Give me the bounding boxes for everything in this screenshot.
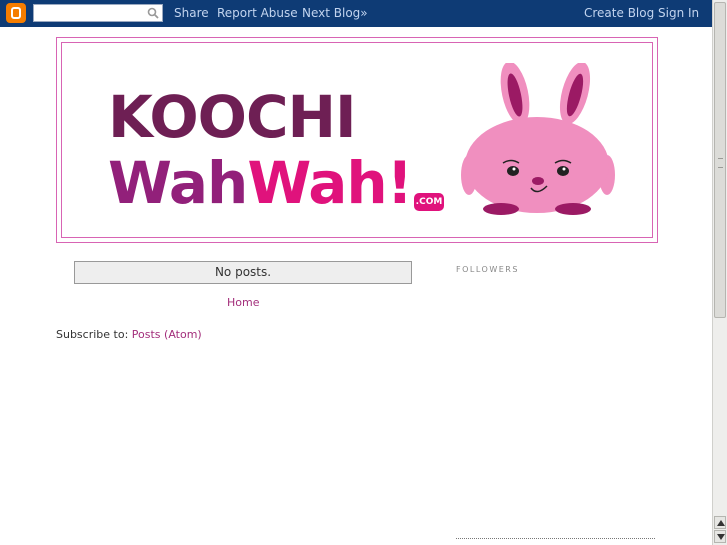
followers-heading: FOLLOWERS <box>456 265 519 274</box>
logo-text-line1: KOOCHI <box>108 83 357 151</box>
scroll-up-button[interactable] <box>714 516 726 529</box>
blogger-navbar: Share Report Abuse Next Blog» Create Blo… <box>0 0 712 27</box>
report-abuse-link[interactable]: Report Abuse <box>217 6 298 20</box>
no-posts-message: No posts. <box>74 261 412 284</box>
arrow-up-icon <box>717 520 725 526</box>
subscribe-line: Subscribe to: Posts (Atom) <box>56 328 202 341</box>
navbar-search-input[interactable] <box>34 8 142 25</box>
share-link[interactable]: Share <box>174 6 209 20</box>
blogger-logo-icon[interactable] <box>6 3 26 23</box>
subscribe-label: Subscribe to: <box>56 328 132 341</box>
bunny-mascot-icon <box>461 63 615 215</box>
scroll-down-button[interactable] <box>714 530 726 543</box>
arrow-down-icon <box>717 534 725 540</box>
home-link[interactable]: Home <box>227 296 259 309</box>
blog-header: KOOCHI WahWah! .COM <box>56 37 658 243</box>
navbar-search-box <box>33 4 163 25</box>
logo-com-badge: .COM <box>414 193 444 211</box>
scrollbar-thumb[interactable] <box>714 2 726 318</box>
next-blog-link[interactable]: Next Blog» <box>302 6 368 20</box>
create-blog-link[interactable]: Create Blog <box>584 6 654 20</box>
logo-text-line2: WahWah! <box>108 154 413 212</box>
vertical-scrollbar[interactable] <box>712 0 727 545</box>
logo-word-wah: Wah <box>108 149 248 217</box>
sign-in-link[interactable]: Sign In <box>658 6 699 20</box>
posts-atom-link[interactable]: Posts (Atom) <box>132 328 202 341</box>
sidebar-divider <box>456 538 655 539</box>
logo-word-wah-exclaim: Wah! <box>247 149 413 217</box>
header-banner[interactable]: KOOCHI WahWah! .COM <box>61 42 653 238</box>
search-icon[interactable] <box>147 7 159 19</box>
